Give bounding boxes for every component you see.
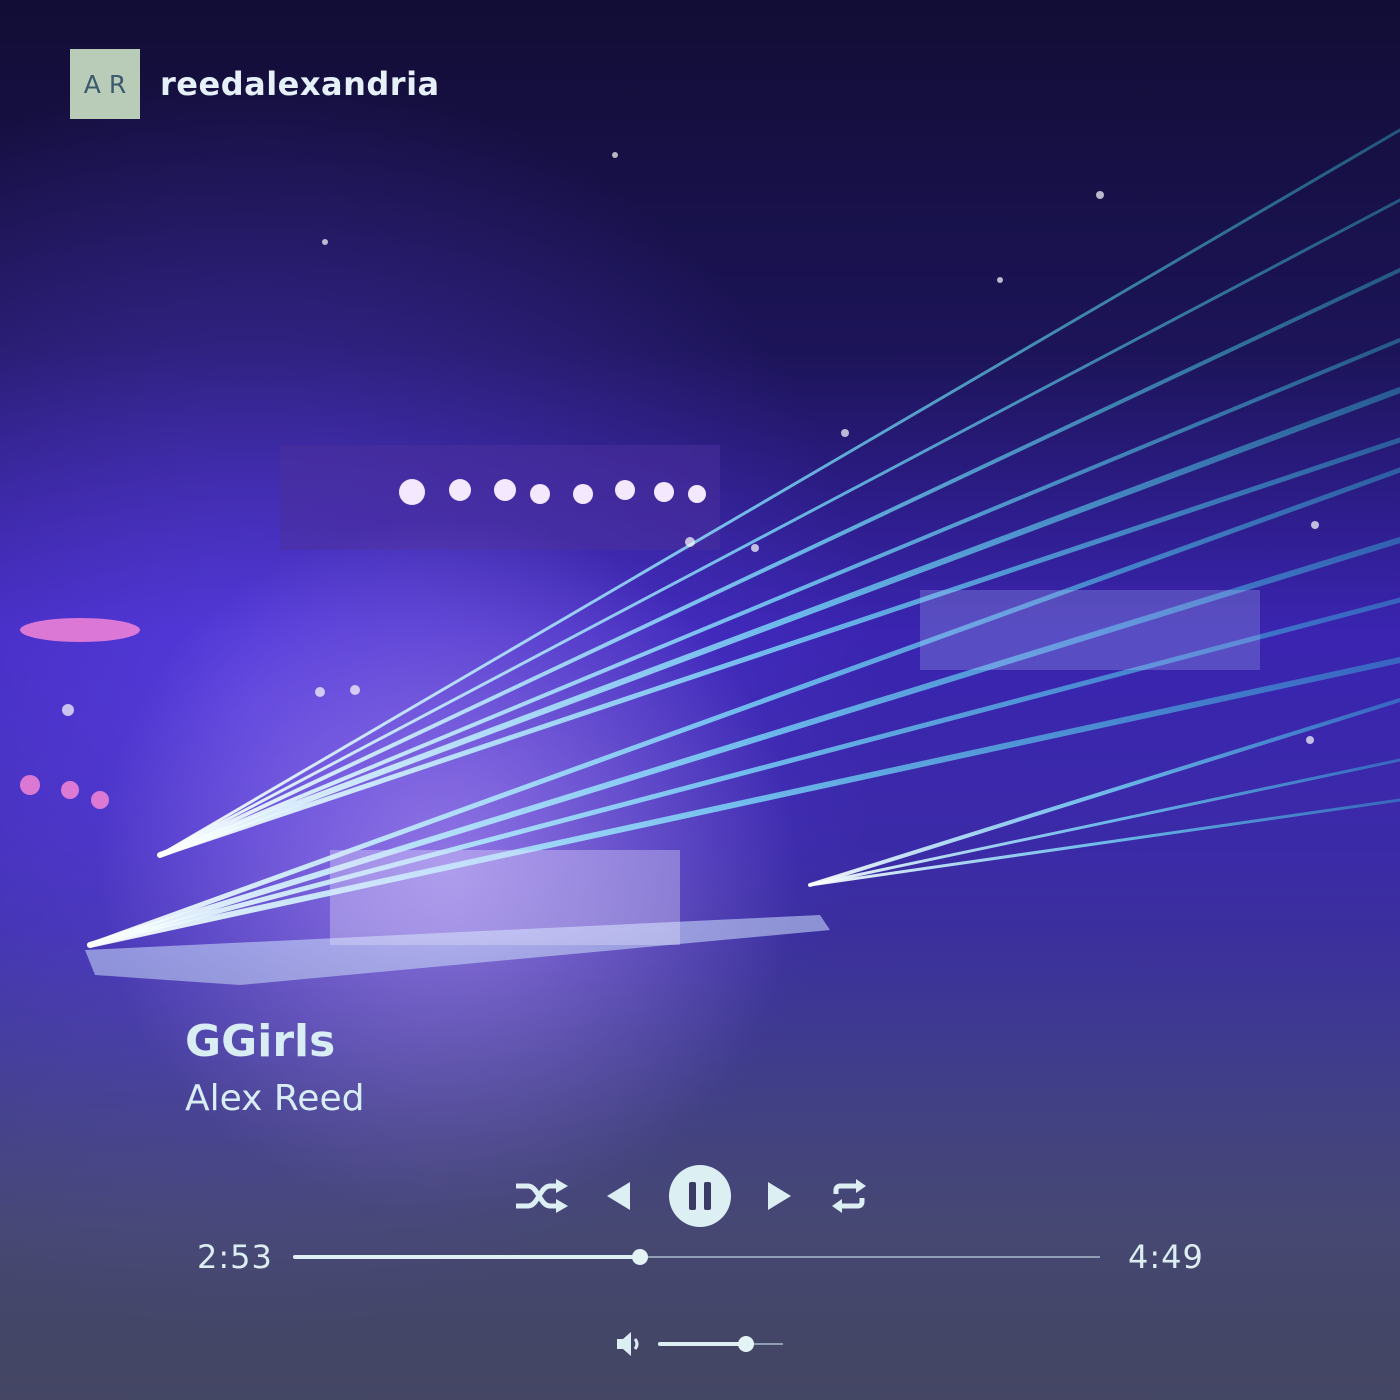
track-artist: Alex Reed (185, 1078, 365, 1119)
volume-fill (658, 1342, 746, 1346)
shuffle-icon[interactable] (514, 1179, 568, 1213)
pause-button[interactable] (668, 1164, 732, 1228)
pause-icon (689, 1182, 696, 1210)
progress-bar[interactable] (293, 1246, 1100, 1268)
previous-icon[interactable] (604, 1180, 632, 1212)
playback-controls (500, 1164, 900, 1228)
elapsed-time: 2:53 (197, 1238, 273, 1276)
volume-icon[interactable] (616, 1331, 644, 1357)
next-icon[interactable] (766, 1180, 794, 1212)
total-duration: 4:49 (1128, 1238, 1204, 1276)
volume-slider[interactable] (658, 1333, 783, 1355)
brand-logo: AR (70, 49, 140, 119)
progress-fill (293, 1255, 640, 1259)
track-title: GGirls (185, 1016, 336, 1067)
brand-header[interactable]: AR reedalexandria (70, 49, 440, 119)
volume-handle[interactable] (737, 1336, 754, 1352)
account-handle[interactable]: reedalexandria (160, 65, 440, 103)
progress-handle[interactable] (632, 1249, 648, 1265)
repeat-icon[interactable] (830, 1178, 868, 1214)
